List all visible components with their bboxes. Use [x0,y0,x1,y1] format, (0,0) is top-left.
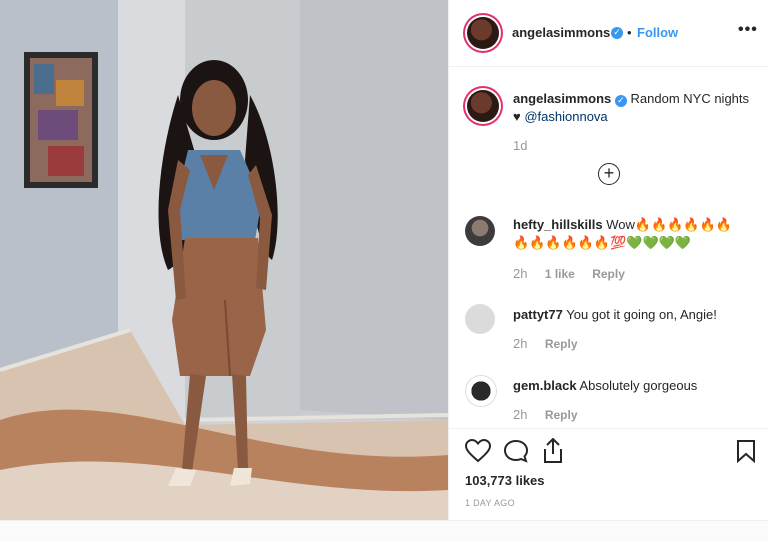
load-more-comments-icon[interactable]: + [598,163,620,185]
caption-time[interactable]: 1d [513,138,527,153]
comment: hefty_hillskills Wow🔥🔥🔥🔥🔥🔥🔥🔥🔥🔥🔥🔥💯💚💚💚💚 2h… [465,216,755,282]
follow-button[interactable]: Follow [637,25,678,40]
avatar[interactable] [467,17,499,49]
comment-body: hefty_hillskills Wow🔥🔥🔥🔥🔥🔥🔥🔥🔥🔥🔥🔥💯💚💚💚💚 [513,216,743,252]
reply-button[interactable]: Reply [592,267,625,281]
comment-body: pattyt77 You got it going on, Angie! [513,306,743,324]
comment-time[interactable]: 2h [513,266,527,281]
comment-avatar[interactable] [465,216,495,246]
bookmark-icon[interactable] [736,439,756,463]
heart-icon[interactable] [465,439,491,463]
separator-dot: • [627,25,632,40]
comment-likes[interactable]: 1 like [545,267,575,281]
post-photo[interactable] [0,0,448,520]
caption: angelasimmons ✓ Random NYC nights ♥ @fas… [513,90,753,126]
comment-body: gem.black Absolutely gorgeous [513,377,743,395]
comment-meta: 2h Reply [513,407,592,422]
comment-meta: 2h 1 like Reply [513,266,639,281]
verified-badge-icon: ✓ [614,95,627,107]
post-actions: 103,773 likes 1 DAY AGO [449,428,768,521]
post-date[interactable]: 1 DAY AGO [465,498,515,508]
comment-username[interactable]: gem.black [513,378,577,393]
comment-text: Absolutely gorgeous [579,378,698,393]
mention-link[interactable]: @fashionnova [524,109,607,124]
post-header: angelasimmons ✓ • Follow ••• [449,0,768,67]
reply-button[interactable]: Reply [545,408,578,422]
instagram-post: angelasimmons ✓ • Follow ••• angelasimmo… [0,0,768,521]
comment-username[interactable]: pattyt77 [513,307,563,322]
reply-button[interactable]: Reply [545,337,578,351]
comment-avatar[interactable] [465,304,495,334]
comment: pattyt77 You got it going on, Angie! 2h … [465,304,755,352]
comment-text: You got it going on, Angie! [566,307,717,322]
caption-avatar[interactable] [467,90,499,122]
comment-avatar[interactable] [465,375,497,407]
comment-time[interactable]: 2h [513,336,527,351]
post-sidebar: angelasimmons ✓ • Follow ••• angelasimmo… [448,0,768,520]
comment-meta: 2h Reply [513,336,592,351]
post-photo-illustration [0,0,448,520]
verified-badge-icon: ✓ [611,27,623,39]
username[interactable]: angelasimmons [512,25,610,40]
more-options-icon[interactable]: ••• [738,21,758,39]
comment-icon[interactable] [503,439,529,463]
comment: gem.black Absolutely gorgeous 2h Reply [465,375,755,423]
likes-count[interactable]: 103,773 likes [465,473,545,488]
caption-username[interactable]: angelasimmons [513,91,611,106]
comment-username[interactable]: hefty_hillskills [513,217,603,232]
comment-time[interactable]: 2h [513,407,527,422]
share-icon[interactable] [541,438,565,464]
